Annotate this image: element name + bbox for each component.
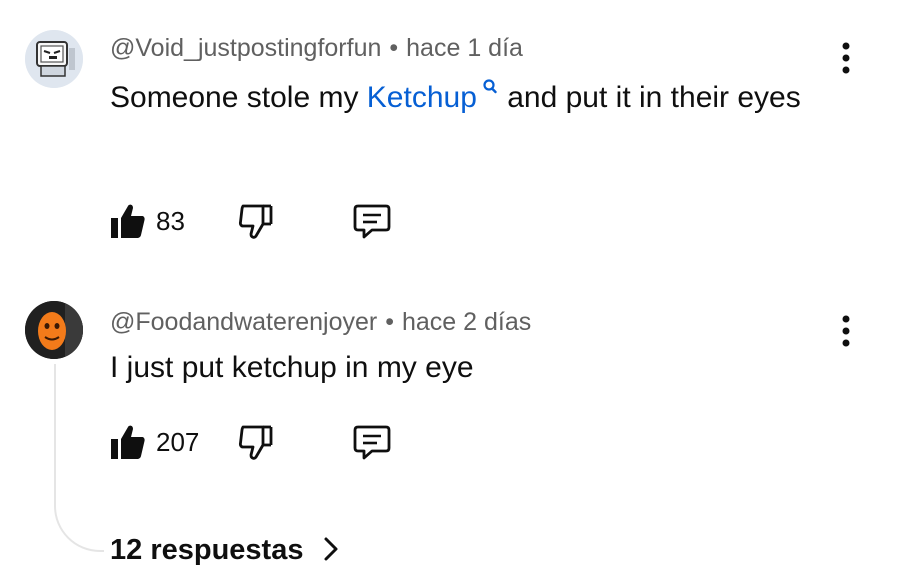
like-count: 83 <box>156 206 185 236</box>
like-button[interactable] <box>110 202 146 245</box>
author-name[interactable]: @Foodandwaterenjoyer <box>110 308 377 336</box>
comment-actions: 207 <box>110 423 410 463</box>
comment-meta: @Foodandwaterenjoyer • hace 2 días <box>110 308 531 337</box>
author-avatar[interactable] <box>25 30 83 88</box>
comment-time[interactable]: hace 1 día <box>406 34 523 62</box>
reply-comment-icon <box>353 425 391 460</box>
author-avatar[interactable] <box>25 301 83 359</box>
comment-meta: @Void_justpostingforfun • hace 1 día <box>110 34 523 63</box>
reply-comment-icon <box>353 204 391 239</box>
replies-label: 12 respuestas <box>110 534 304 566</box>
dislike-button[interactable] <box>238 423 274 466</box>
like-count: 207 <box>156 427 200 457</box>
comment-text-part: and put it in their eyes <box>498 81 801 114</box>
more-options-button[interactable] <box>836 313 856 349</box>
comments-section: @Void_justpostingforfun • hace 1 día Someo… <box>0 0 900 583</box>
thumbs-up-icon <box>111 204 145 238</box>
author-name[interactable]: @Void_justpostingforfun <box>110 34 381 62</box>
like-button[interactable] <box>110 423 146 466</box>
dislike-button[interactable] <box>238 202 274 245</box>
view-replies-button[interactable]: 12 respuestas <box>110 534 342 567</box>
comment-text: I just put ketchup in my eye <box>110 351 474 384</box>
comment-text: Someone stole my Ketchup and put it in t… <box>110 74 830 122</box>
search-link[interactable]: Ketchup <box>366 79 499 114</box>
thumbs-up-icon <box>111 425 145 459</box>
thread-connector-line <box>54 364 104 552</box>
comment-time[interactable]: hace 2 días <box>402 308 531 336</box>
comment-text-part: Someone stole my <box>110 81 367 114</box>
chevron-right-icon <box>324 537 338 561</box>
monitor-face-avatar-icon <box>25 30 83 88</box>
more-vertical-icon <box>842 42 850 74</box>
orange-pumpkin-avatar-icon <box>25 301 83 359</box>
more-vertical-icon <box>842 315 850 347</box>
thumbs-down-icon <box>238 425 273 460</box>
meta-separator: • <box>389 34 399 62</box>
thumbs-down-icon <box>238 204 273 239</box>
comment-actions: 83 <box>110 202 410 242</box>
reply-button[interactable] <box>352 423 392 466</box>
reply-button[interactable] <box>352 202 392 245</box>
search-link-label: Ketchup <box>366 81 477 114</box>
more-options-button[interactable] <box>836 40 856 76</box>
meta-separator: • <box>385 308 394 336</box>
search-icon <box>483 79 497 94</box>
